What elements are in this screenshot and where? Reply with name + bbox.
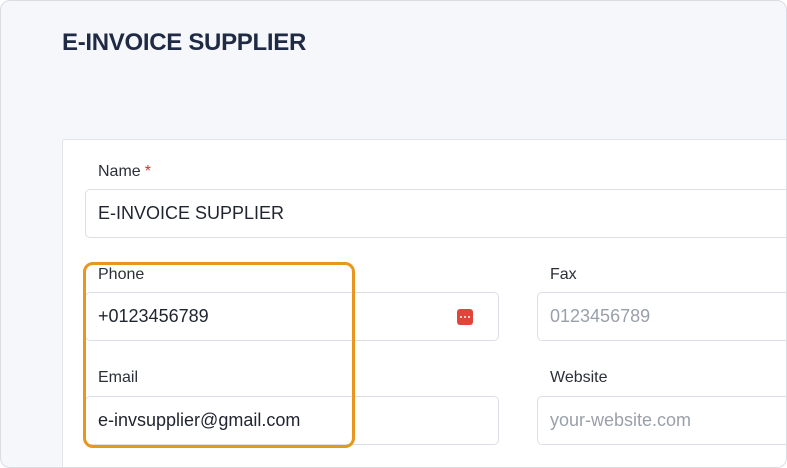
password-manager-icon[interactable] — [457, 309, 473, 325]
phone-input[interactable] — [85, 292, 499, 341]
app-window: E-INVOICE SUPPLIER Name* Phone Fax Email… — [0, 0, 787, 468]
name-label-text: Name — [98, 163, 141, 180]
name-label: Name * — [98, 163, 151, 181]
email-label: Email — [98, 369, 139, 386]
fax-label: Fax — [550, 266, 577, 283]
fax-input[interactable] — [537, 292, 786, 341]
page-title: E-INVOICE SUPPLIER — [62, 29, 306, 56]
website-label: Website — [550, 369, 608, 386]
website-input[interactable] — [537, 396, 786, 445]
required-marker: * — [144, 163, 151, 180]
email-input[interactable] — [85, 396, 499, 445]
name-input[interactable] — [85, 189, 786, 238]
phone-label: Phone — [98, 266, 145, 283]
